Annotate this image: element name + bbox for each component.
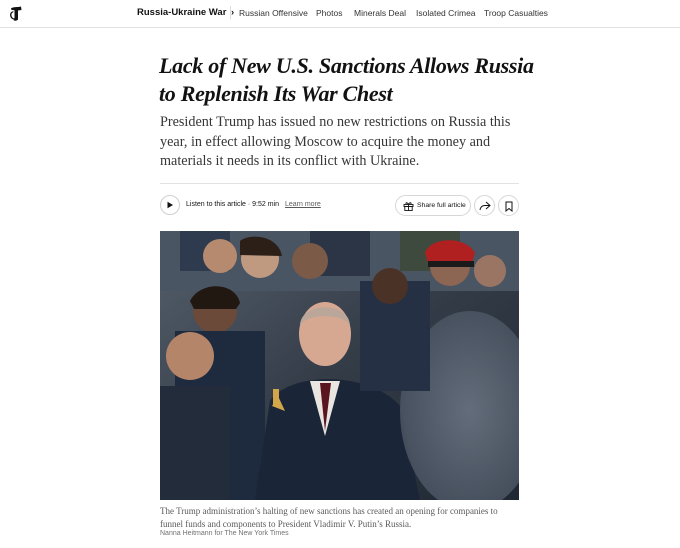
learn-more-link[interactable]: Learn more <box>285 201 321 208</box>
section-link-russia-ukraine-war[interactable]: Russia-Ukraine War › <box>137 7 234 18</box>
chevron-right-icon: › <box>231 7 235 18</box>
photo-credit: Nanna Heitmann for The New York Times <box>160 530 289 537</box>
article-summary: President Trump has issued no new restri… <box>160 114 511 169</box>
nav-link-photos[interactable]: Photos <box>316 8 342 18</box>
article-headline: Lack of New U.S. Sanctions Allows Russia… <box>159 53 534 106</box>
nav-link-russian-offensive[interactable]: Russian Offensive <box>239 8 308 18</box>
top-nav: Russia-Ukraine War › Russian Offensive P… <box>0 0 680 28</box>
nav-divider <box>230 6 231 19</box>
share-arrow-icon <box>479 201 491 211</box>
bookmark-icon <box>505 201 513 212</box>
save-bookmark-button[interactable] <box>498 195 519 216</box>
nav-link-troop-casualties[interactable]: Troop Casualties <box>484 8 548 18</box>
play-icon <box>167 201 173 209</box>
play-audio-button[interactable] <box>160 195 180 215</box>
photo-caption: The Trump administration’s halting of ne… <box>160 506 498 529</box>
share-full-article-button[interactable]: Share full article <box>395 195 471 216</box>
gift-icon <box>403 202 414 211</box>
nyt-t-logo-icon[interactable] <box>9 5 23 22</box>
nav-link-minerals-deal[interactable]: Minerals Deal <box>354 8 406 18</box>
share-full-article-label: Share full article <box>417 202 466 209</box>
listen-label: Listen to this article · 9:52 min <box>186 201 279 208</box>
nav-link-isolated-crimea[interactable]: Isolated Crimea <box>416 8 476 18</box>
share-button[interactable] <box>474 195 495 216</box>
divider <box>160 183 519 184</box>
article-photo[interactable] <box>160 231 519 500</box>
